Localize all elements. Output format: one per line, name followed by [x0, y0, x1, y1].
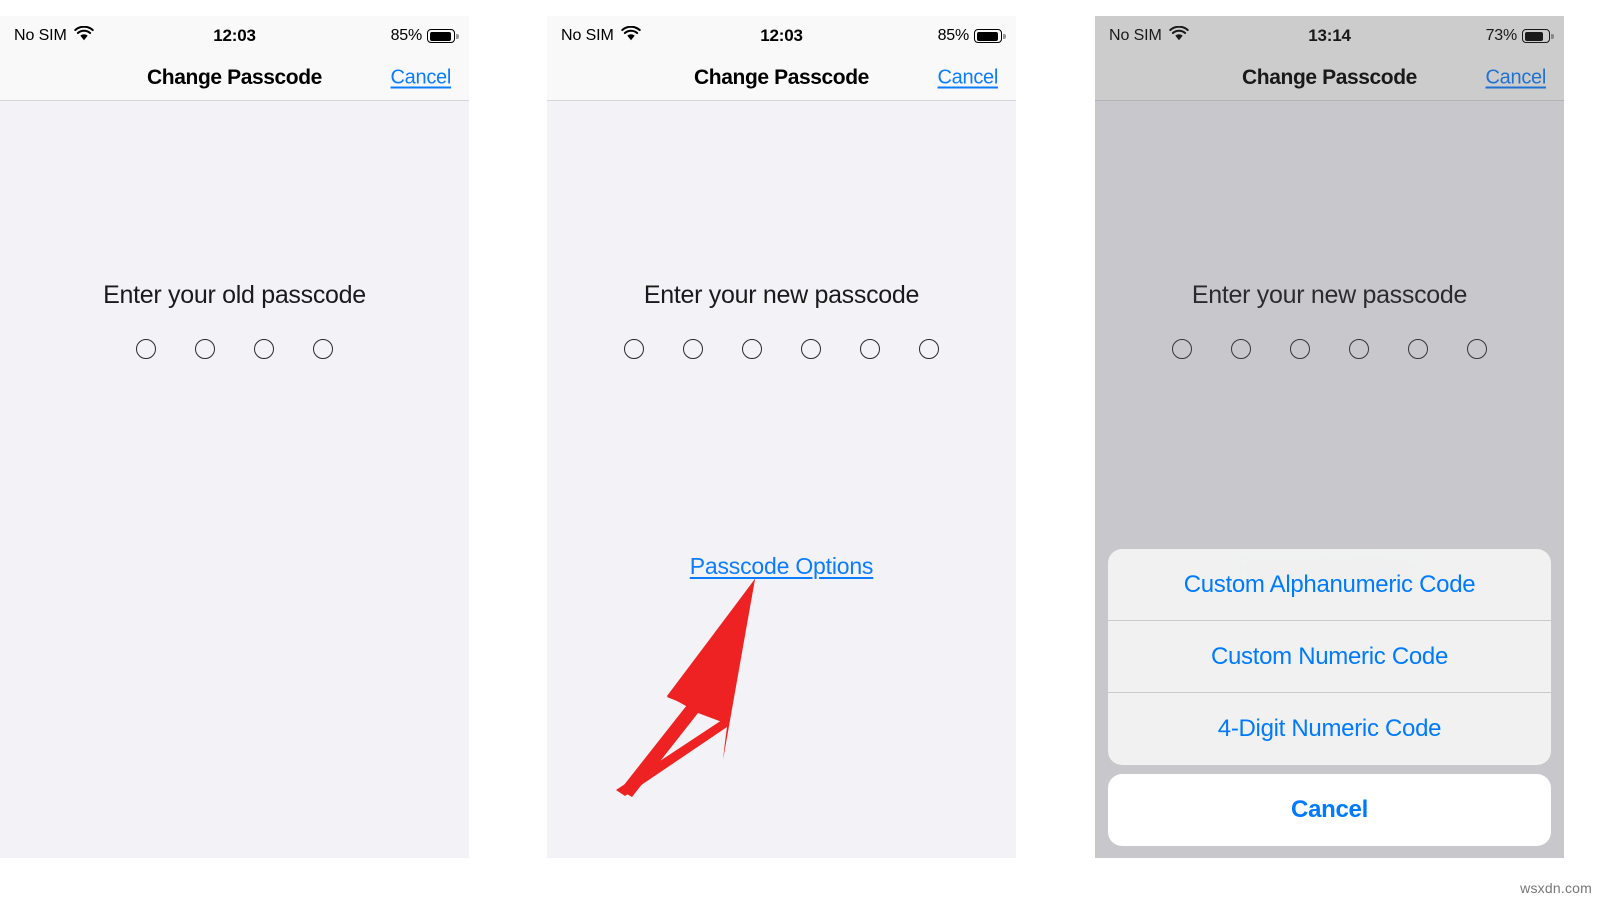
phone-panel-1: No SIM 12:03 85% Change Passcode Cancel …: [0, 16, 469, 858]
passcode-dot: [254, 339, 274, 359]
wifi-icon: [1169, 25, 1189, 46]
action-sheet-cancel-button[interactable]: Cancel: [1108, 774, 1551, 846]
panel-3-inner: No SIM 13:14 73% Change Passcode Cancel …: [1095, 16, 1564, 858]
passcode-dot: [1290, 339, 1310, 359]
watermark-label: wsxdn.com: [1520, 880, 1592, 896]
carrier-label: No SIM: [561, 27, 614, 44]
status-left: No SIM: [14, 25, 164, 46]
status-right: 85%: [305, 27, 459, 45]
passcode-prompt: Enter your new passcode: [643, 281, 920, 309]
passcode-dot: [1408, 339, 1428, 359]
screenshot-stage: No SIM 12:03 85% Change Passcode Cancel …: [0, 0, 1600, 900]
status-left: No SIM: [561, 25, 711, 46]
phone-panel-3: No SIM 13:14 73% Change Passcode Cancel …: [1095, 16, 1564, 858]
page-title: Change Passcode: [147, 66, 322, 89]
passcode-dot: [313, 339, 333, 359]
passcode-dot: [624, 339, 644, 359]
passcode-dots[interactable]: [1095, 339, 1564, 359]
battery-icon: [1522, 29, 1554, 43]
passcode-dot: [683, 339, 703, 359]
cancel-button[interactable]: Cancel: [938, 67, 999, 90]
battery-fill: [1524, 31, 1543, 41]
status-bar: No SIM 13:14 73%: [1095, 16, 1564, 56]
action-sheet-option-custom-alphanumeric[interactable]: Custom Alphanumeric Code: [1108, 549, 1551, 621]
passcode-options-action-sheet: Custom Alphanumeric Code Custom Numeric …: [1108, 549, 1551, 846]
action-sheet-option-custom-numeric[interactable]: Custom Numeric Code: [1108, 621, 1551, 693]
status-bar: No SIM 12:03 85%: [547, 16, 1016, 56]
passcode-dots[interactable]: [547, 339, 1016, 359]
battery-percent-label: 85%: [390, 27, 423, 44]
passcode-dot: [742, 339, 762, 359]
passcode-dot: [1467, 339, 1487, 359]
passcode-dot: [1172, 339, 1192, 359]
battery-percent-label: 73%: [1485, 27, 1518, 44]
page-title: Change Passcode: [694, 66, 869, 89]
nav-bar: Change Passcode Cancel: [1095, 56, 1564, 101]
passcode-dot: [1349, 339, 1369, 359]
passcode-prompt: Enter your old passcode: [103, 281, 366, 309]
wifi-icon: [74, 25, 94, 46]
battery-icon: [974, 29, 1006, 43]
phone-panel-2: No SIM 12:03 85% Change Passcode Cancel …: [547, 16, 1016, 858]
battery-fill: [976, 31, 998, 41]
status-right: 85%: [852, 27, 1006, 45]
page-title: Change Passcode: [1242, 66, 1417, 89]
battery-percent-label: 85%: [937, 27, 970, 44]
nav-bar: Change Passcode Cancel: [547, 56, 1016, 101]
status-left: No SIM: [1109, 25, 1259, 46]
action-sheet-options-group: Custom Alphanumeric Code Custom Numeric …: [1108, 549, 1551, 765]
carrier-label: No SIM: [14, 27, 67, 44]
passcode-dot: [195, 339, 215, 359]
passcode-dots[interactable]: [0, 339, 469, 359]
carrier-label: No SIM: [1109, 27, 1162, 44]
cancel-button[interactable]: Cancel: [1486, 67, 1547, 90]
status-bar: No SIM 12:03 85%: [0, 16, 469, 56]
passcode-options-link[interactable]: Passcode Options: [547, 553, 1016, 580]
cancel-button[interactable]: Cancel: [391, 67, 452, 90]
nav-bar: Change Passcode Cancel: [0, 56, 469, 101]
clock-label: 13:14: [1308, 26, 1351, 45]
passcode-dot: [919, 339, 939, 359]
status-right: 73%: [1400, 27, 1554, 45]
passcode-prompt: Enter your new passcode: [1191, 281, 1468, 309]
passcode-content: Enter your old passcode: [0, 101, 469, 858]
battery-icon: [427, 29, 459, 43]
passcode-dot: [1231, 339, 1251, 359]
panel-1-inner: No SIM 12:03 85% Change Passcode Cancel …: [0, 16, 469, 858]
clock-label: 12:03: [213, 26, 256, 45]
passcode-dot: [801, 339, 821, 359]
passcode-dot: [860, 339, 880, 359]
passcode-dot: [136, 339, 156, 359]
battery-fill: [429, 31, 451, 41]
clock-label: 12:03: [760, 26, 803, 45]
action-sheet-option-4-digit-numeric[interactable]: 4-Digit Numeric Code: [1108, 693, 1551, 765]
wifi-icon: [621, 25, 641, 46]
panel-2-inner: No SIM 12:03 85% Change Passcode Cancel …: [547, 16, 1016, 858]
passcode-content: Enter your new passcode Passcode Options: [547, 101, 1016, 858]
